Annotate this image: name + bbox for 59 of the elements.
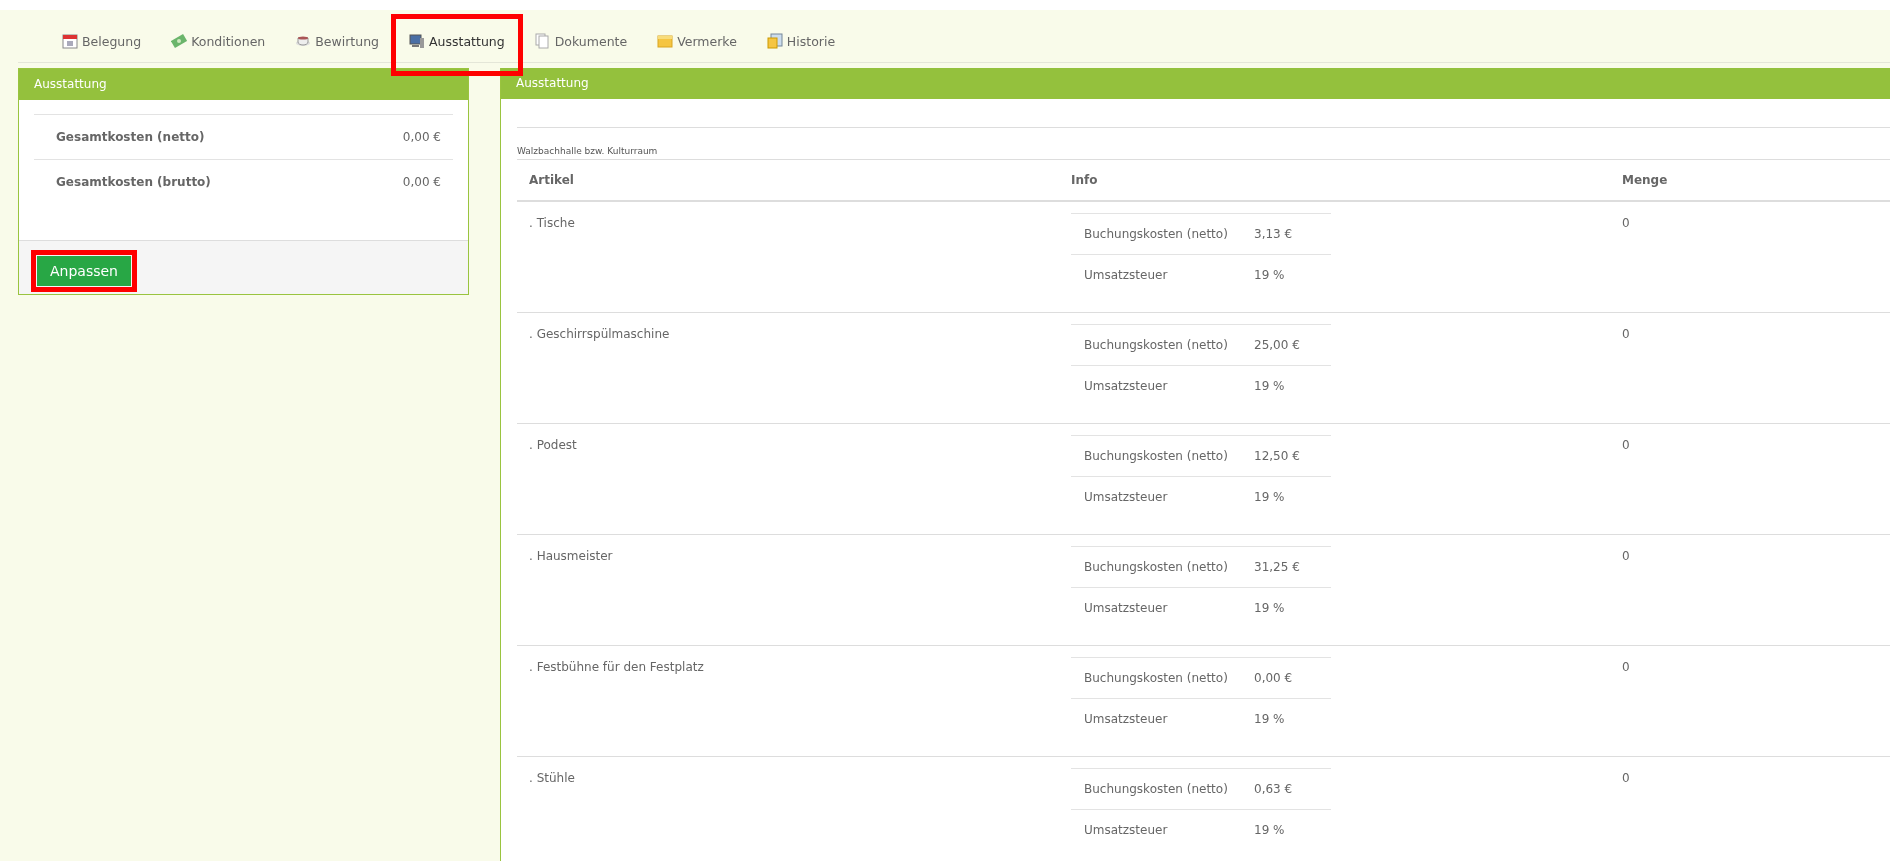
- info-label: Umsatzsteuer: [1084, 823, 1169, 837]
- info-value: 0,00 €: [1254, 671, 1293, 685]
- quantity-value: 0: [1622, 215, 1631, 232]
- info-value: 3,13 €: [1254, 227, 1293, 241]
- info-label: Umsatzsteuer: [1084, 601, 1169, 615]
- info-label: Umsatzsteuer: [1084, 712, 1169, 726]
- info-label: Buchungskosten (netto): [1084, 671, 1229, 685]
- total-value: 0,00 €: [402, 130, 441, 144]
- info-value: 0,63 €: [1254, 782, 1293, 796]
- info-value: 19 %: [1254, 268, 1285, 282]
- documents-icon: [534, 33, 551, 49]
- info-label: Umsatzsteuer: [1084, 379, 1169, 393]
- article-name: . Geschirrspülmaschine: [528, 326, 671, 343]
- info-label: Umsatzsteuer: [1084, 490, 1169, 504]
- panel-title: Ausstattung: [501, 68, 1890, 99]
- tab[interactable]: Belegung: [54, 26, 150, 56]
- calendar-icon: [62, 33, 78, 49]
- article-name: . Stühle: [528, 770, 576, 787]
- note-icon: [657, 33, 674, 49]
- quantity-value: 0: [1622, 770, 1631, 787]
- info-label: Buchungskosten (netto): [1084, 782, 1229, 796]
- info-value: 19 %: [1254, 490, 1285, 504]
- tab[interactable]: Vermerke: [649, 26, 745, 56]
- info-value: 25,00 €: [1254, 338, 1300, 352]
- article-name: . Tische: [528, 215, 576, 232]
- tab[interactable]: Dokumente: [526, 26, 636, 56]
- info-value: 19 %: [1254, 379, 1285, 393]
- tab[interactable]: Historie: [758, 26, 844, 56]
- panel-title: Ausstattung: [19, 69, 468, 100]
- info-label: Buchungskosten (netto): [1084, 338, 1229, 352]
- info-value: 31,25 €: [1254, 560, 1300, 574]
- tab[interactable]: Ausstattung: [401, 26, 513, 56]
- article-name: . Hausmeister: [528, 548, 614, 565]
- quantity-value: 0: [1622, 659, 1631, 676]
- quantity-value: 0: [1622, 326, 1631, 343]
- info-label: Buchungskosten (netto): [1084, 449, 1229, 463]
- total-label: Gesamtkosten (brutto): [56, 175, 211, 189]
- column-header: Menge: [1622, 173, 1669, 187]
- adjust-button[interactable]: Anpassen: [37, 256, 131, 286]
- info-label: Buchungskosten (netto): [1084, 560, 1229, 574]
- column-header: Info: [1071, 173, 1099, 187]
- info-value: 19 %: [1254, 712, 1285, 726]
- tab[interactable]: Konditionen: [163, 26, 274, 56]
- notepad-icon: [766, 33, 783, 49]
- computer-icon: [409, 33, 426, 49]
- article-name: . Festbühne für den Festplatz: [528, 659, 705, 676]
- location-label: Walzbachhalle bzw. Kulturraum: [517, 145, 659, 158]
- info-label: Umsatzsteuer: [1084, 268, 1169, 282]
- column-header: Artikel: [528, 173, 575, 187]
- total-label: Gesamtkosten (netto): [56, 130, 205, 144]
- quantity-value: 0: [1622, 437, 1631, 454]
- info-value: 12,50 €: [1254, 449, 1300, 463]
- info-value: 19 %: [1254, 601, 1285, 615]
- tab[interactable]: Bewirtung: [287, 26, 388, 56]
- info-label: Buchungskosten (netto): [1084, 227, 1229, 241]
- article-name: . Podest: [528, 437, 578, 454]
- quantity-value: 0: [1622, 548, 1631, 565]
- info-value: 19 %: [1254, 823, 1285, 837]
- total-value: 0,00 €: [402, 175, 441, 189]
